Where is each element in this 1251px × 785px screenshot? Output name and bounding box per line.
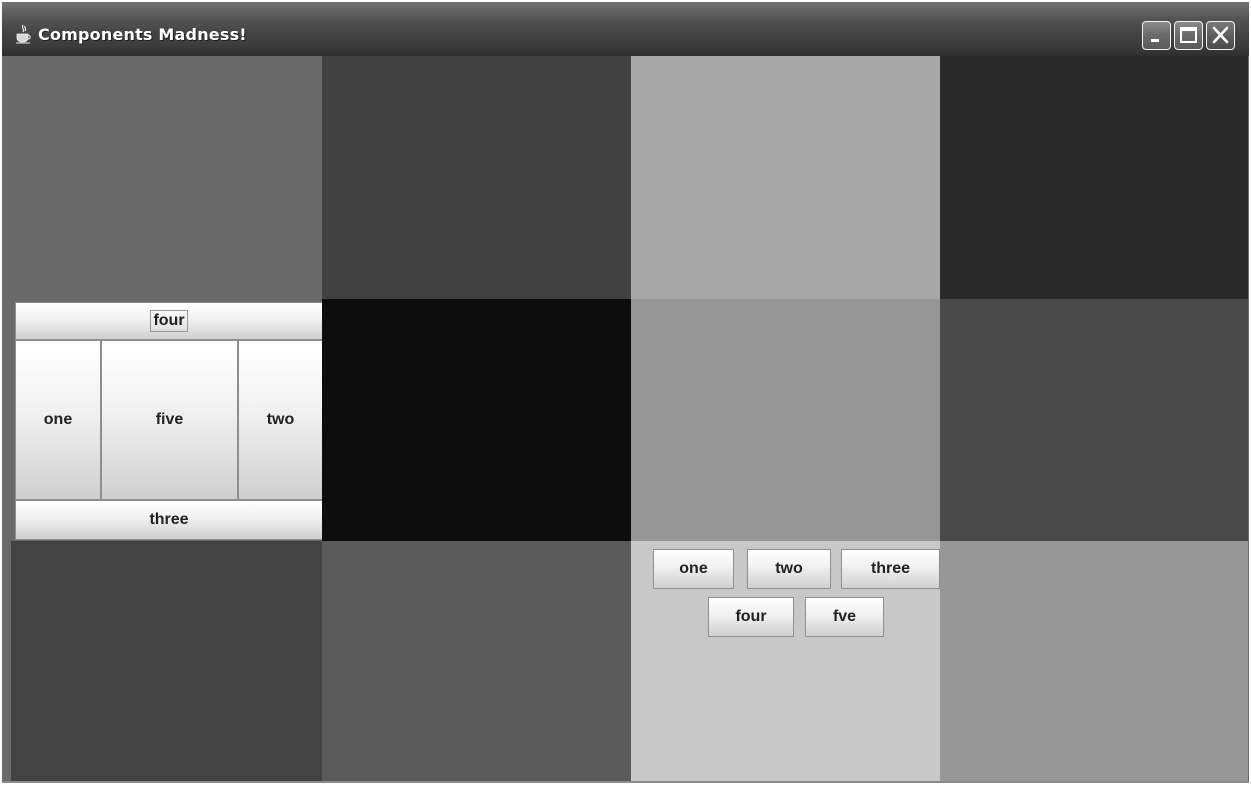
close-button[interactable] xyxy=(1206,21,1235,50)
button-east[interactable]: two xyxy=(238,340,322,500)
button-north[interactable]: four xyxy=(15,302,322,340)
flow-layout-panel: one two three four fve xyxy=(631,541,940,781)
app-window: Components Madness! four one five two th… xyxy=(2,2,1249,783)
color-panel-9 xyxy=(11,541,322,781)
window-border xyxy=(2,781,1249,783)
color-panel-7 xyxy=(631,299,940,541)
button-label: five xyxy=(155,411,184,428)
color-panel-4 xyxy=(940,56,1248,299)
java-cup-icon xyxy=(16,24,31,44)
flow-button-three[interactable]: three xyxy=(841,549,940,589)
button-west[interactable]: one xyxy=(15,340,101,500)
color-panel-3 xyxy=(631,56,940,299)
button-label: two xyxy=(775,560,803,577)
close-icon xyxy=(1212,26,1229,44)
color-panel-12 xyxy=(940,541,1248,781)
color-panel-10 xyxy=(322,541,631,781)
color-panel-1 xyxy=(11,56,322,299)
maximize-button[interactable] xyxy=(1174,21,1203,50)
button-label: fve xyxy=(832,608,857,625)
maximize-icon xyxy=(1180,27,1197,43)
button-label: three xyxy=(870,560,911,577)
color-panel-6 xyxy=(322,299,631,541)
button-center[interactable]: five xyxy=(101,340,238,500)
minimize-button[interactable] xyxy=(1142,21,1171,50)
minimize-icon xyxy=(1151,39,1159,42)
button-label: one xyxy=(43,411,73,428)
button-south[interactable]: three xyxy=(15,500,322,540)
flow-button-four[interactable]: four xyxy=(708,597,794,637)
title-bar[interactable]: Components Madness! xyxy=(2,2,1249,56)
button-label: one xyxy=(679,560,708,577)
button-label: four xyxy=(735,608,767,625)
color-panel-2 xyxy=(322,56,631,299)
button-label: four xyxy=(150,310,188,332)
window-title: Components Madness! xyxy=(38,25,247,44)
color-panel-8 xyxy=(940,299,1248,541)
grid-panel: four one five two three one two three fo… xyxy=(11,56,1248,781)
flow-button-one[interactable]: one xyxy=(653,549,734,589)
flow-button-fve[interactable]: fve xyxy=(805,597,884,637)
flow-button-two[interactable]: two xyxy=(747,549,831,589)
button-label: three xyxy=(149,511,189,528)
button-label: two xyxy=(266,411,295,428)
border-layout-panel: four one five two three xyxy=(11,299,322,541)
